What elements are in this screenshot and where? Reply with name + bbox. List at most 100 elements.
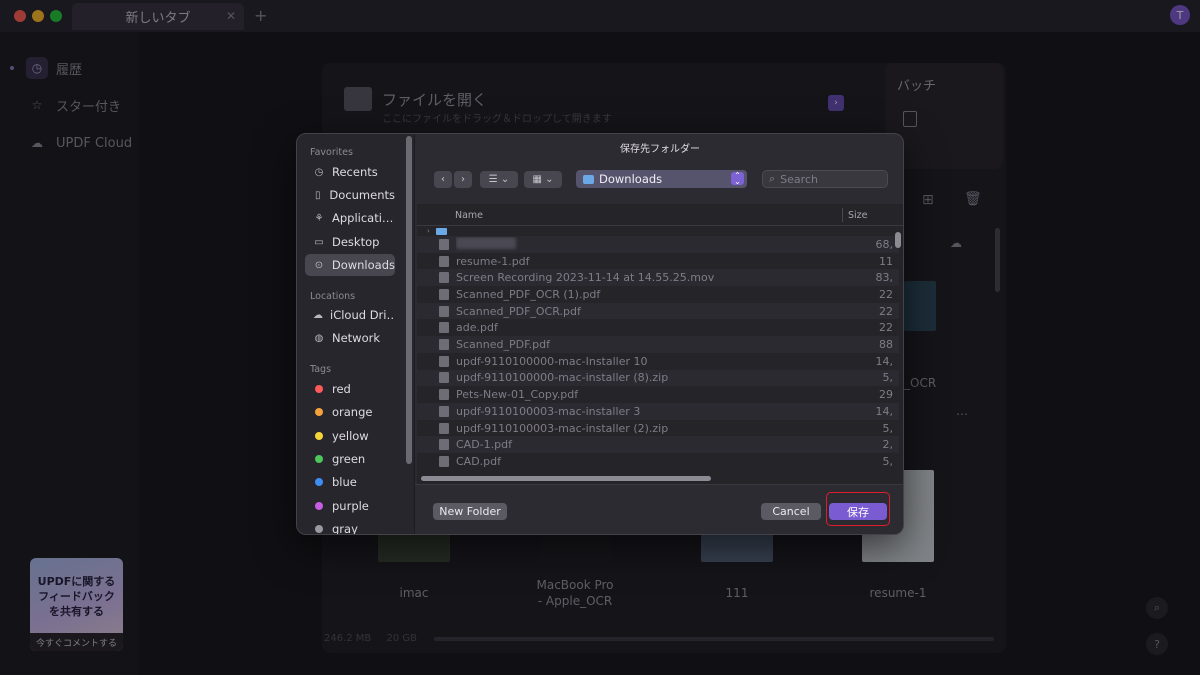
file-row[interactable]: updf-9110100000-mac-installer (8).zip 5, xyxy=(417,369,899,387)
tag-item-orange[interactable]: orange xyxy=(305,401,395,423)
disclosure-icon[interactable]: › xyxy=(427,227,430,235)
file-row[interactable]: Scanned_PDF_OCR.pdf 22 xyxy=(417,302,899,320)
file-icon xyxy=(439,422,449,434)
file-name: Scanned_PDF.pdf xyxy=(456,338,550,352)
file-icon xyxy=(439,355,449,367)
tag-label: orange xyxy=(332,405,373,420)
file-size: 22 xyxy=(879,304,893,318)
tag-item-blue[interactable]: blue xyxy=(305,471,395,493)
tag-color-dot xyxy=(315,524,323,533)
file-icon xyxy=(439,305,449,317)
file-name: CAD.pdf xyxy=(456,454,502,468)
tag-item-red[interactable]: red xyxy=(305,378,395,400)
file-name: Pets-New-01_Copy.pdf xyxy=(456,388,579,402)
sidebar-item-network[interactable]: ◍ Network xyxy=(305,327,395,349)
file-row[interactable]: Pets-New-01_Copy.pdf 29 xyxy=(417,386,899,403)
file-size: 2, xyxy=(882,438,894,452)
cloud-icon: ☁ xyxy=(313,309,323,321)
sidebar-item-label: Network xyxy=(332,331,381,345)
sidebar-item-icloud[interactable]: ☁ iCloud Dri… xyxy=(305,304,395,326)
dialog-sidebar: Favorites ◷ Recents ▯ Documents ⚘ Applicati… xyxy=(297,134,415,535)
file-row[interactable]: Scanned_PDF_OCR (1).pdf 22 xyxy=(417,286,899,303)
file-icon xyxy=(439,455,449,467)
tag-item-gray[interactable]: gray xyxy=(305,518,395,535)
forward-button[interactable]: › xyxy=(454,171,472,188)
file-icon xyxy=(439,272,449,284)
folder-icon xyxy=(435,227,447,235)
file-name: resume-1.pdf xyxy=(456,254,530,268)
file-row[interactable]: Screen Recording 2023-11-14 at 14.55.25.… xyxy=(417,269,899,287)
file-row[interactable]: resume-1.pdf 11 xyxy=(417,253,899,270)
file-row[interactable]: updf-9110100003-mac-installer (2).zip 5, xyxy=(417,420,899,437)
sidebar-item-label: Documents xyxy=(329,188,395,202)
file-name: updf-9110100000-mac-Installer 10 xyxy=(456,354,648,368)
file-name: Screen Recording 2023-11-14 at 14.55.25.… xyxy=(456,271,715,285)
search-field[interactable]: ⌕ xyxy=(762,170,888,188)
file-list: Name Size › 68, resume-1.pdf 11 Screen Reco… xyxy=(417,204,903,484)
sidebar-scrollbar[interactable] xyxy=(406,136,412,464)
cancel-button[interactable]: Cancel xyxy=(761,503,821,520)
location-select[interactable]: Downloads ⌃ ⌄ xyxy=(576,170,747,188)
applications-icon: ⚘ xyxy=(314,212,324,224)
tag-label: green xyxy=(332,451,366,466)
file-row[interactable]: Scanned_PDF.pdf 88 xyxy=(417,336,899,353)
file-row[interactable]: 68, xyxy=(417,236,899,253)
sidebar-item-label: Downloads xyxy=(331,258,395,272)
file-row[interactable]: CAD.pdf 5, xyxy=(417,453,899,470)
list-item[interactable]: › xyxy=(417,226,899,236)
list-scrollbar[interactable] xyxy=(895,232,901,248)
tag-label: purple xyxy=(332,498,369,513)
file-size: 22 xyxy=(879,321,893,335)
sidebar-item-applications[interactable]: ⚘ Applicati… xyxy=(305,207,395,229)
tag-item-yellow[interactable]: yellow xyxy=(305,425,395,447)
file-name: ade.pdf xyxy=(456,321,498,335)
file-name: updf-9110100003-mac-installer 3 xyxy=(456,404,641,418)
file-icon xyxy=(439,288,449,300)
list-horizontal-scrollbar[interactable] xyxy=(421,476,711,481)
section-tags: Tags xyxy=(310,364,332,375)
file-name: updf-9110100000-mac-installer (8).zip xyxy=(456,371,669,385)
search-icon: ⌕ xyxy=(769,172,776,185)
file-row[interactable]: updf-9110100000-mac-Installer 10 14, xyxy=(417,353,899,370)
document-icon: ▯ xyxy=(314,189,321,201)
file-size: 29 xyxy=(879,388,893,402)
file-size: 68, xyxy=(875,237,894,251)
new-folder-button[interactable]: New Folder xyxy=(433,503,507,520)
file-size: 83, xyxy=(875,271,894,285)
tag-item-green[interactable]: green xyxy=(305,448,395,470)
search-input[interactable] xyxy=(780,172,877,186)
sidebar-item-recents[interactable]: ◷ Recents xyxy=(305,161,395,183)
file-icon xyxy=(439,255,449,267)
tag-label: yellow xyxy=(332,428,369,443)
file-icon xyxy=(439,405,449,417)
tag-color-dot xyxy=(315,385,323,393)
file-name: CAD-1.pdf xyxy=(456,438,512,452)
grid-view-button[interactable]: ▦ ⌄ xyxy=(524,171,562,188)
sidebar-item-downloads[interactable]: ⊙ Downloads xyxy=(305,254,395,276)
column-divider[interactable] xyxy=(842,208,843,222)
list-view-button[interactable]: ☰ ⌄ xyxy=(480,171,518,188)
back-button[interactable]: ‹ xyxy=(434,171,452,188)
file-size: 88 xyxy=(879,338,893,352)
file-row[interactable]: ade.pdf 22 xyxy=(417,320,899,337)
column-name[interactable]: Name xyxy=(455,210,483,221)
tag-item-purple[interactable]: purple xyxy=(305,495,395,517)
file-row[interactable]: updf-9110100003-mac-installer 3 14, xyxy=(417,403,899,420)
file-name: Scanned_PDF_OCR.pdf xyxy=(456,304,581,318)
sidebar-item-documents[interactable]: ▯ Documents xyxy=(305,184,395,206)
tag-label: red xyxy=(332,382,351,396)
file-size: 22 xyxy=(879,287,893,301)
file-name: Scanned_PDF_OCR (1).pdf xyxy=(456,287,601,301)
file-name: updf-9110100003-mac-installer (2).zip xyxy=(456,421,669,435)
clock-icon: ◷ xyxy=(314,166,324,178)
tag-color-dot xyxy=(315,501,323,510)
chevron-updown-icon: ⌃ ⌄ xyxy=(731,171,744,185)
file-icon xyxy=(439,372,449,384)
file-icon xyxy=(439,238,449,250)
save-button-highlight xyxy=(826,492,890,526)
file-row[interactable]: CAD-1.pdf 2, xyxy=(417,436,899,454)
column-size[interactable]: Size xyxy=(848,210,868,221)
sidebar-item-desktop[interactable]: ▭ Desktop xyxy=(305,231,395,253)
desktop-icon: ▭ xyxy=(314,236,324,248)
tag-label: gray xyxy=(332,521,358,535)
